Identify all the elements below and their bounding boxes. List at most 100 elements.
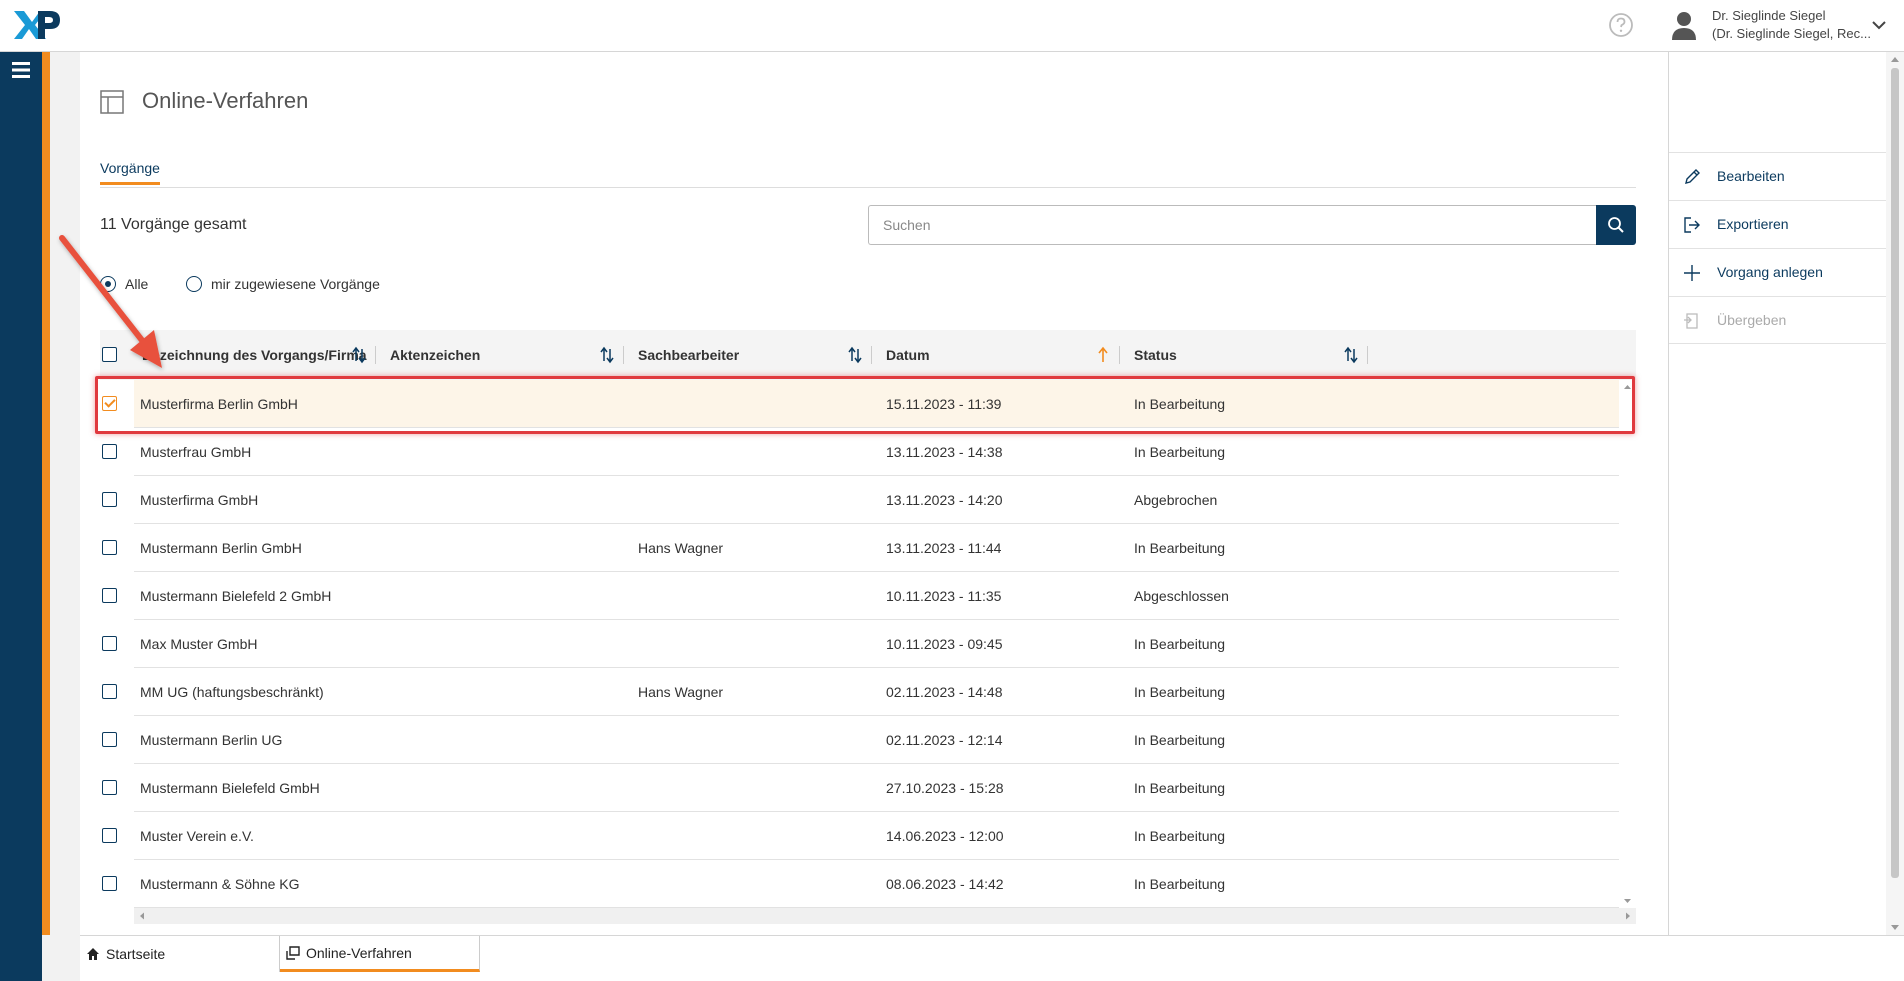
xp-logo[interactable]: [12, 8, 62, 42]
cell-datum: 02.11.2023 - 12:14: [886, 732, 1003, 748]
table-row[interactable]: Mustermann Bielefeld GmbH 27.10.2023 - 15…: [100, 764, 1636, 812]
radio-assigned-circle[interactable]: [186, 276, 202, 292]
row-checkbox[interactable]: [102, 780, 117, 795]
row-checkbox[interactable]: [102, 540, 117, 555]
column-header-aktenzeichen[interactable]: Aktenzeichen: [390, 330, 480, 380]
cell-datum: 13.11.2023 - 14:38: [886, 444, 1003, 460]
search-button[interactable]: [1596, 205, 1636, 245]
table-row[interactable]: Musterfirma GmbH 13.11.2023 - 14:20 Abgebr…: [100, 476, 1636, 524]
cell-datum: 15.11.2023 - 11:39: [886, 396, 1002, 412]
action-label[interactable]: Vorgang anlegen: [1717, 264, 1823, 280]
bottom-tab-label[interactable]: Startseite: [106, 946, 165, 962]
column-separator[interactable]: [871, 346, 872, 364]
column-separator[interactable]: [1367, 346, 1368, 364]
cell-status: Abgebrochen: [1134, 492, 1218, 508]
radio-all-circle[interactable]: [100, 276, 116, 292]
cell-bezeichnung: Mustermann Bielefeld GmbH: [140, 780, 320, 796]
cell-status: In Bearbeitung: [1134, 684, 1226, 700]
row-checkbox[interactable]: [102, 444, 117, 459]
horizontal-scrollbar[interactable]: [134, 908, 1636, 924]
cell-status: In Bearbeitung: [1134, 732, 1226, 748]
column-separator[interactable]: [1119, 346, 1120, 364]
cell-bezeichnung: Muster Verein e.V.: [140, 828, 254, 844]
page-scrollbar[interactable]: [1886, 52, 1904, 935]
bottom-tab-online-verfahren[interactable]: Online-Verfahren: [280, 936, 480, 972]
cell-status: In Bearbeitung: [1134, 876, 1226, 892]
action-exportieren[interactable]: Exportieren: [1669, 200, 1887, 248]
content-gutter: [50, 52, 80, 935]
table-row[interactable]: Muster Verein e.V. 14.06.2023 - 12:00 In B…: [100, 812, 1636, 860]
plus-icon: [1684, 265, 1700, 281]
vorgaenge-table: Bezeichnung des Vorgangs/Firma Aktenzeic…: [100, 330, 1636, 935]
row-checkbox[interactable]: [102, 828, 117, 843]
cell-datum: 08.06.2023 - 14:42: [886, 876, 1004, 892]
action-label: Übergeben: [1717, 312, 1787, 328]
row-checkbox[interactable]: [102, 732, 117, 747]
cell-datum: 13.11.2023 - 14:20: [886, 492, 1003, 508]
select-all-checkbox[interactable]: [102, 347, 117, 362]
top-bar: Dr. Sieglinde Siegel (Dr. Sieglinde Sieg…: [0, 0, 1904, 52]
tab-vorgaenge[interactable]: Vorgänge: [100, 160, 160, 185]
sort-icon[interactable]: [848, 346, 862, 364]
table-row[interactable]: Mustermann Berlin GmbH Hans Wagner 13.11.2…: [100, 524, 1636, 572]
table-row[interactable]: Musterfirma Berlin GmbH 15.11.2023 - 11:3…: [100, 380, 1636, 428]
action-label[interactable]: Exportieren: [1717, 216, 1789, 232]
column-header-bezeichnung[interactable]: Bezeichnung des Vorgangs/Firma: [142, 330, 367, 380]
search-input[interactable]: [868, 205, 1598, 245]
sort-icon[interactable]: [352, 346, 366, 364]
bottom-tab-label[interactable]: Online-Verfahren: [306, 945, 412, 961]
help-icon[interactable]: [1608, 12, 1634, 38]
cell-bezeichnung: Musterfirma GmbH: [140, 492, 259, 508]
table-row[interactable]: Mustermann Bielefeld 2 GmbH 10.11.2023 - …: [100, 572, 1636, 620]
chevron-down-icon[interactable]: [1870, 18, 1888, 32]
cell-bezeichnung: MM UG (haftungsbeschränkt): [140, 684, 324, 700]
action-label[interactable]: Bearbeiten: [1717, 168, 1785, 184]
vertical-scrollbar[interactable]: [1619, 380, 1636, 908]
bottom-tab-bar: Startseite Online-Verfahren: [80, 935, 1904, 981]
column-header-datum[interactable]: Datum: [886, 330, 930, 380]
sort-icon[interactable]: [1344, 346, 1358, 364]
cell-status: In Bearbeitung: [1134, 780, 1226, 796]
cell-status: In Bearbeitung: [1134, 636, 1226, 652]
row-checkbox[interactable]: [102, 636, 117, 651]
menu-icon[interactable]: [12, 62, 30, 78]
tab-bar: Vorgänge: [100, 160, 1636, 188]
row-checkbox[interactable]: [102, 876, 117, 891]
user-name[interactable]: Dr. Sieglinde Siegel: [1712, 8, 1825, 23]
row-checkbox[interactable]: [102, 588, 117, 603]
column-header-sachbearbeiter[interactable]: Sachbearbeiter: [638, 330, 739, 380]
cell-bezeichnung: Mustermann Bielefeld 2 GmbH: [140, 588, 332, 604]
radio-assigned-label[interactable]: mir zugewiesene Vorgänge: [211, 276, 380, 292]
radio-all[interactable]: Alle: [100, 276, 148, 292]
cell-status: In Bearbeitung: [1134, 444, 1226, 460]
cell-bezeichnung: Musterfirma Berlin GmbH: [140, 396, 298, 412]
table-row[interactable]: MM UG (haftungsbeschränkt) Hans Wagner 02.…: [100, 668, 1636, 716]
user-organization[interactable]: (Dr. Sieglinde Siegel, Rec...: [1712, 26, 1871, 41]
radio-all-label[interactable]: Alle: [125, 276, 148, 292]
row-checkbox[interactable]: [102, 684, 117, 699]
total-count: 11 Vorgänge gesamt: [100, 216, 247, 233]
cell-bezeichnung: Mustermann Berlin UG: [140, 732, 283, 748]
sort-ascending-icon[interactable]: [1096, 346, 1110, 364]
table-row[interactable]: Mustermann Berlin UG 02.11.2023 - 12:14 In…: [100, 716, 1636, 764]
bottom-gutter: [42, 935, 80, 981]
table-row[interactable]: Mustermann & Söhne KG 08.06.2023 - 14:42 I…: [100, 860, 1636, 908]
cell-status: In Bearbeitung: [1134, 540, 1226, 556]
action-vorgang-anlegen[interactable]: Vorgang anlegen: [1669, 248, 1887, 296]
table-row[interactable]: Musterfrau GmbH 13.11.2023 - 14:38 In Bear…: [100, 428, 1636, 476]
radio-assigned[interactable]: mir zugewiesene Vorgänge: [186, 276, 380, 292]
row-checkbox[interactable]: [102, 396, 117, 411]
cell-bezeichnung: Max Muster GmbH: [140, 636, 258, 652]
column-header-status[interactable]: Status: [1134, 330, 1177, 380]
cell-datum: 02.11.2023 - 14:48: [886, 684, 1003, 700]
handover-icon: [1684, 313, 1698, 329]
sort-icon[interactable]: [600, 346, 614, 364]
action-bearbeiten[interactable]: Bearbeiten: [1669, 152, 1887, 200]
column-separator[interactable]: [623, 346, 624, 364]
row-checkbox[interactable]: [102, 492, 117, 507]
column-separator[interactable]: [375, 346, 376, 364]
bottom-tab-startseite[interactable]: Startseite: [80, 936, 280, 972]
user-icon[interactable]: [1670, 10, 1698, 40]
cell-bezeichnung: Mustermann Berlin GmbH: [140, 540, 302, 556]
table-row[interactable]: Max Muster GmbH 10.11.2023 - 09:45 In Bear…: [100, 620, 1636, 668]
